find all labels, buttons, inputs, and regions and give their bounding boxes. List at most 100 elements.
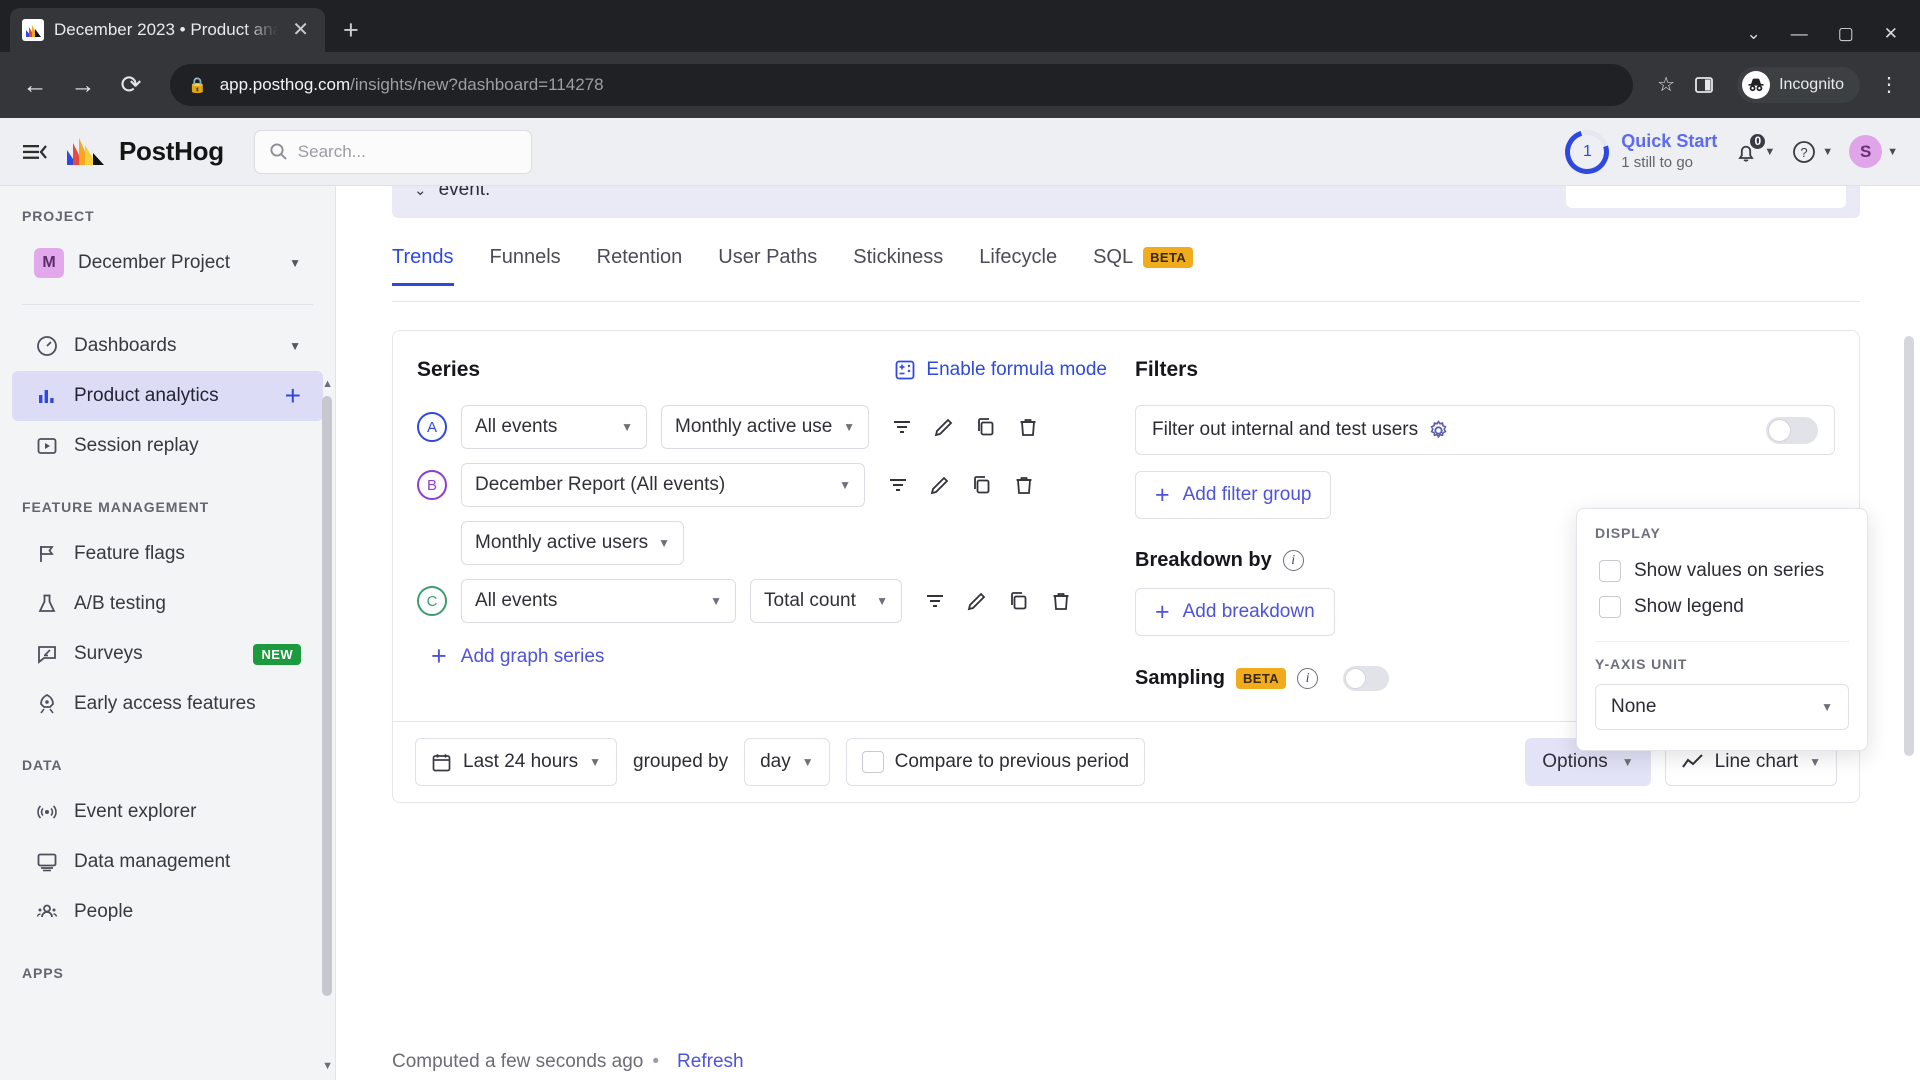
minimize-icon[interactable]: — — [1791, 25, 1808, 42]
search-input[interactable]: Search... — [253, 129, 532, 174]
flag-icon — [34, 541, 60, 567]
refresh-link[interactable]: Refresh — [677, 1051, 744, 1073]
chevron-down-icon[interactable]: ▼ — [289, 339, 301, 353]
tab-stickiness[interactable]: Stickiness — [853, 246, 943, 285]
browser-window: December 2023 • Product analyt ✕ + ⌄ — ▢… — [0, 0, 1920, 1080]
sidebar-item-session-replay[interactable]: Session replay — [12, 421, 323, 471]
trash-icon[interactable] — [1011, 472, 1037, 498]
show-values-on-series-option[interactable]: Show values on series — [1595, 553, 1849, 589]
series-title: Series — [417, 358, 481, 381]
trash-icon[interactable] — [1015, 414, 1041, 440]
sidebar-item-people[interactable]: People — [12, 887, 323, 937]
incognito-indicator[interactable]: Incognito — [1737, 67, 1860, 103]
show-legend-option[interactable]: Show legend — [1595, 589, 1849, 625]
main-scroll-thumb[interactable] — [1904, 336, 1914, 756]
sidebar-item-label: Surveys — [74, 643, 143, 664]
series-badge-b: B — [417, 470, 447, 500]
add-filter-group-button[interactable]: + Add filter group — [1135, 471, 1332, 519]
plus-icon[interactable]: + — [285, 382, 301, 410]
chevron-down-icon: ▼ — [843, 420, 855, 434]
info-icon[interactable]: i — [1297, 668, 1319, 689]
tab-lifecycle[interactable]: Lifecycle — [979, 246, 1057, 285]
sidebar-item-product-analytics[interactable]: Product analytics + — [12, 371, 323, 421]
duplicate-icon[interactable] — [1006, 588, 1032, 614]
filter-icon[interactable] — [889, 414, 915, 440]
pencil-icon[interactable] — [931, 414, 957, 440]
compare-previous-period-checkbox[interactable]: Compare to previous period — [845, 738, 1146, 786]
checkbox[interactable] — [861, 751, 884, 773]
notice-action-placeholder[interactable] — [1566, 186, 1846, 208]
tab-trends[interactable]: Trends — [392, 246, 454, 286]
people-icon — [34, 899, 60, 925]
date-range-selector[interactable]: Last 24 hours ▼ — [415, 738, 618, 786]
help-button[interactable]: ? ▼ — [1791, 139, 1833, 165]
scroll-up-arrow-icon[interactable]: ▲ — [322, 378, 333, 390]
tab-sql[interactable]: SQL BETA — [1093, 246, 1194, 285]
scroll-down-arrow-icon[interactable]: ▼ — [322, 1060, 333, 1072]
add-breakdown-button[interactable]: + Add breakdown — [1135, 588, 1335, 636]
brand[interactable]: PostHog — [66, 136, 224, 168]
tab-retention[interactable]: Retention — [597, 246, 683, 285]
checkbox[interactable] — [1599, 596, 1621, 618]
sidebar-item-december-project[interactable]: M December Project ▼ — [12, 238, 323, 288]
sidebar-item-event-explorer[interactable]: Event explorer — [12, 787, 323, 837]
tab-close-icon[interactable]: ✕ — [288, 20, 313, 40]
series-math-select-b[interactable]: Monthly active users ▼ — [461, 521, 684, 565]
series-math-select-c[interactable]: Total count ▼ — [750, 579, 902, 623]
info-icon[interactable]: i — [1282, 550, 1304, 571]
star-icon[interactable]: ☆ — [1653, 75, 1679, 95]
sidebar-item-dashboards[interactable]: Dashboards ▼ — [12, 321, 323, 371]
sidebar-item-label: Data management — [74, 851, 231, 872]
reload-icon[interactable]: ⟳ — [114, 72, 148, 98]
duplicate-icon[interactable] — [969, 472, 995, 498]
series-event-select-b[interactable]: December Report (All events) ▼ — [461, 463, 865, 507]
checkbox[interactable] — [1599, 560, 1621, 582]
filter-icon[interactable] — [885, 472, 911, 498]
tab-user-paths[interactable]: User Paths — [718, 246, 817, 285]
sidebar-item-data-management[interactable]: Data management — [12, 837, 323, 887]
sidebar-section-data: DATA — [22, 757, 63, 773]
internal-users-filter[interactable]: Filter out internal and test users — [1135, 405, 1835, 455]
browser-tab[interactable]: December 2023 • Product analyt ✕ — [10, 8, 325, 52]
chevron-down-icon[interactable]: ⌄ — [414, 186, 427, 199]
series-event-select-a[interactable]: All events ▼ — [461, 405, 647, 449]
sampling-toggle[interactable] — [1343, 666, 1390, 691]
pencil-icon[interactable] — [927, 472, 953, 498]
trash-icon[interactable] — [1048, 588, 1074, 614]
enable-formula-mode-button[interactable]: Enable formula mode — [894, 359, 1107, 381]
y-axis-unit-select[interactable]: None ▼ — [1595, 684, 1849, 730]
close-window-icon[interactable]: ✕ — [1884, 25, 1898, 42]
series-event-select-c[interactable]: All events ▼ — [461, 579, 736, 623]
gear-icon[interactable] — [1428, 419, 1449, 441]
new-tab-button[interactable]: + — [343, 17, 359, 44]
quick-start-widget[interactable]: 1 Quick Start 1 still to go — [1557, 121, 1717, 182]
sidebar-scrollbar[interactable] — [322, 396, 332, 1080]
maximize-icon[interactable]: ▢ — [1838, 25, 1854, 42]
main-scrollbar[interactable] — [1904, 336, 1914, 1036]
sidebar-item-surveys[interactable]: Surveys NEW — [12, 629, 323, 679]
address-bar[interactable]: 🔒 app.posthog.com/insights/new?dashboard… — [170, 64, 1634, 106]
notifications-button[interactable]: 0 ▼ — [1733, 131, 1775, 165]
display-section-label: DISPLAY — [1595, 525, 1661, 541]
tab-label: Funnels — [489, 246, 561, 268]
account-button[interactable]: S ▼ — [1849, 135, 1898, 168]
tab-funnels[interactable]: Funnels — [490, 246, 561, 285]
forward-arrow-icon[interactable]: → — [66, 72, 100, 98]
side-panel-icon[interactable] — [1695, 76, 1721, 94]
back-arrow-icon[interactable]: ← — [18, 72, 52, 98]
sidebar-scroll-thumb[interactable] — [322, 396, 332, 996]
chevron-down-icon[interactable]: ▼ — [289, 256, 301, 270]
sidebar-item-ab-testing[interactable]: A/B testing — [12, 579, 323, 629]
duplicate-icon[interactable] — [973, 414, 999, 440]
hamburger-collapse-icon[interactable] — [22, 142, 48, 162]
pencil-icon[interactable] — [964, 588, 990, 614]
add-graph-series-button[interactable]: + Add graph series — [431, 643, 1107, 670]
chevron-down-icon[interactable]: ⌄ — [1746, 25, 1760, 42]
internal-users-filter-toggle[interactable] — [1766, 416, 1818, 444]
kebab-menu-icon[interactable]: ⋮ — [1876, 75, 1902, 95]
sidebar-item-feature-flags[interactable]: Feature flags — [12, 529, 323, 579]
filter-icon[interactable] — [922, 588, 948, 614]
sidebar-item-early-access-features[interactable]: Early access features — [12, 679, 323, 729]
interval-selector[interactable]: day ▼ — [744, 738, 830, 786]
series-math-select-a[interactable]: Monthly active users ▼ — [661, 405, 869, 449]
